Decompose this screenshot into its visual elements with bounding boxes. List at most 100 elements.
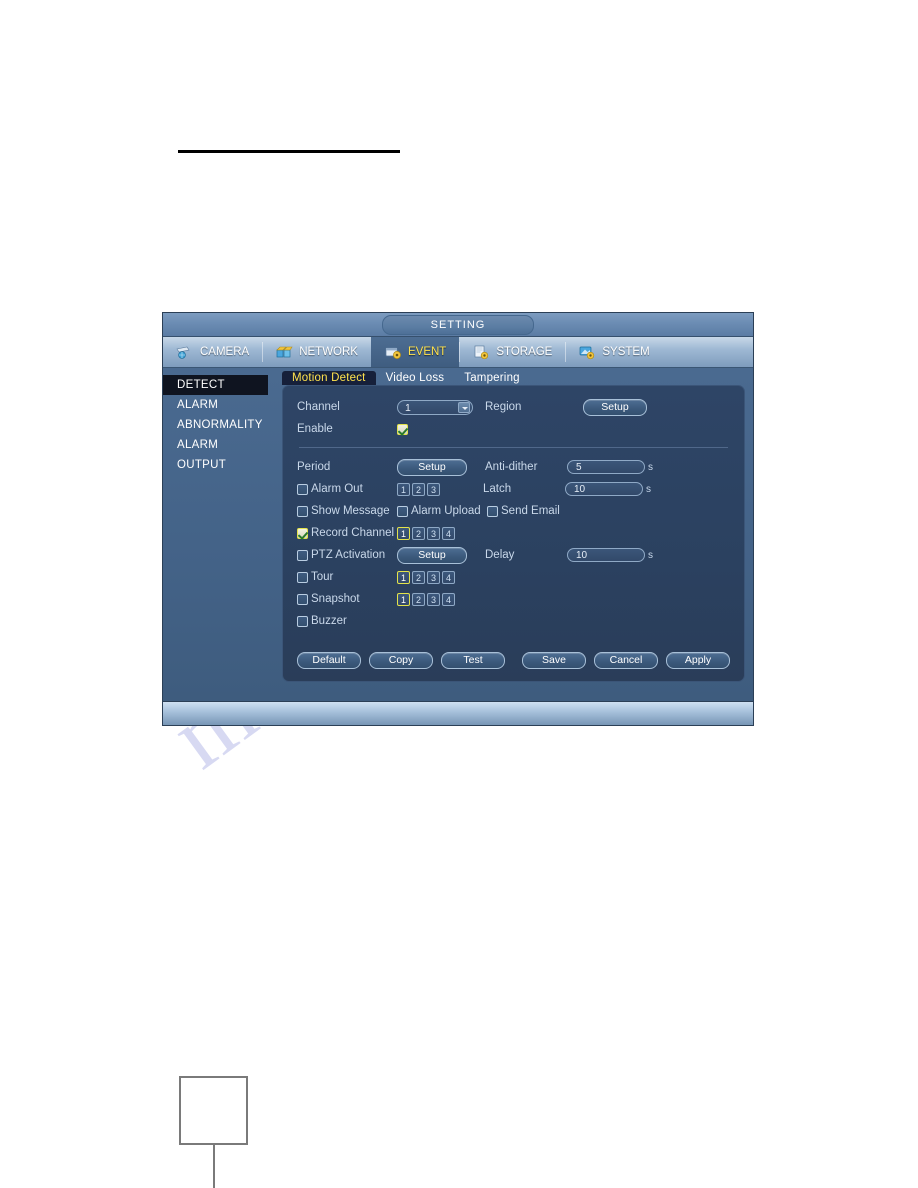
snapshot-field[interactable]: Snapshot xyxy=(297,593,397,605)
sidebar-item-abnormality[interactable]: ABNORMALITY xyxy=(163,415,268,435)
alarm-out-field[interactable]: Alarm Out xyxy=(297,483,397,495)
tour-channels: 1 2 3 4 xyxy=(397,570,455,584)
sidebar-item-label: ALARM xyxy=(177,399,219,411)
snapshot-channel-2[interactable]: 2 xyxy=(412,592,425,606)
tour-checkbox[interactable] xyxy=(297,571,308,583)
record-channel-field[interactable]: Record Channel xyxy=(297,527,397,539)
ptz-activation-label: PTZ Activation xyxy=(311,549,386,561)
channel-select[interactable]: 1 xyxy=(397,399,473,415)
record-channel-label: Record Channel xyxy=(311,527,395,539)
region-setup-button[interactable]: Setup xyxy=(583,398,647,416)
send-email-label: Send Email xyxy=(501,505,560,517)
menu-item-storage[interactable]: STORAGE xyxy=(459,337,565,367)
menu-item-event[interactable]: EVENT xyxy=(370,337,460,367)
delay-unit: s xyxy=(648,549,653,561)
action-bar-right: Save Cancel Apply xyxy=(522,652,730,669)
tab-motion-detect[interactable]: Motion Detect xyxy=(282,371,376,385)
alarm-out-channel-2[interactable]: 2 xyxy=(412,482,425,496)
record-channel-4[interactable]: 4 xyxy=(442,526,455,540)
sidebar-item-alarm[interactable]: ALARM xyxy=(163,395,268,415)
alarm-upload-field[interactable]: Alarm Upload xyxy=(397,505,487,517)
channel-select-value: 1 xyxy=(405,401,411,414)
tab-tampering[interactable]: Tampering xyxy=(454,371,530,385)
alarm-out-channel-3[interactable]: 3 xyxy=(427,482,440,496)
sidebar-item-label: ALARM OUTPUT xyxy=(177,439,227,471)
apply-button[interactable]: Apply xyxy=(666,652,730,669)
alarm-upload-checkbox[interactable] xyxy=(397,505,408,517)
save-button[interactable]: Save xyxy=(522,652,586,669)
sidebar-item-label: ABNORMALITY xyxy=(177,419,263,431)
delay-input[interactable]: 10 xyxy=(567,548,645,562)
record-channel-checkbox[interactable] xyxy=(297,527,308,539)
snapshot-checkbox[interactable] xyxy=(297,593,308,605)
snapshot-channel-4[interactable]: 4 xyxy=(442,592,455,606)
tour-field[interactable]: Tour xyxy=(297,571,397,583)
menu-item-label: STORAGE xyxy=(496,346,553,358)
buzzer-label: Buzzer xyxy=(311,615,347,627)
ptz-setup-button[interactable]: Setup xyxy=(397,546,467,564)
record-channel-channels: 1 2 3 4 xyxy=(397,526,455,540)
snapshot-channels: 1 2 3 4 xyxy=(397,592,455,606)
enable-checkbox[interactable] xyxy=(397,423,408,435)
cancel-button[interactable]: Cancel xyxy=(594,652,658,669)
alarm-out-checkbox[interactable] xyxy=(297,483,308,495)
row-alarm-out: Alarm Out 1 2 3 Latch 10 s xyxy=(297,478,730,500)
ptz-activation-field[interactable]: PTZ Activation xyxy=(297,549,397,561)
anti-dither-input[interactable]: 5 xyxy=(567,460,645,474)
latch-input[interactable]: 10 xyxy=(565,482,643,496)
sidebar-item-detect[interactable]: DETECT xyxy=(163,375,268,395)
send-email-checkbox[interactable] xyxy=(487,505,498,517)
delay-label: Delay xyxy=(485,549,515,561)
buzzer-field[interactable]: Buzzer xyxy=(297,615,347,627)
region-label: Region xyxy=(485,401,522,413)
tour-channel-2[interactable]: 2 xyxy=(412,570,425,584)
tab-label: Motion Detect xyxy=(292,372,366,384)
tour-channel-4[interactable]: 4 xyxy=(442,570,455,584)
motion-detect-panel: Channel 1 Region Setup Enable Period Set… xyxy=(282,385,745,682)
period-setup-button[interactable]: Setup xyxy=(397,458,467,476)
chevron-down-icon[interactable] xyxy=(458,401,470,413)
show-message-field[interactable]: Show Message xyxy=(297,505,397,517)
menu-item-camera[interactable]: CAMERA xyxy=(163,337,262,367)
tab-video-loss[interactable]: Video Loss xyxy=(376,371,455,385)
event-icon xyxy=(384,344,402,360)
anti-dither-unit: s xyxy=(648,461,653,473)
tour-label: Tour xyxy=(311,571,334,583)
menu-item-label: NETWORK xyxy=(299,346,358,358)
main-menubar: CAMERA NETWORK EVENT STORAGE SYSTEM xyxy=(163,337,753,368)
record-channel-2[interactable]: 2 xyxy=(412,526,425,540)
row-record-channel: Record Channel 1 2 3 4 xyxy=(297,522,730,544)
alarm-out-channel-1[interactable]: 1 xyxy=(397,482,410,496)
test-button[interactable]: Test xyxy=(441,652,505,669)
setting-window: SETTING CAMERA NETWORK EVENT STORAGE SYS… xyxy=(162,312,754,726)
record-channel-1[interactable]: 1 xyxy=(397,526,410,540)
window-title: SETTING xyxy=(382,315,534,335)
record-channel-3[interactable]: 3 xyxy=(427,526,440,540)
alarm-out-label: Alarm Out xyxy=(311,483,363,495)
panel-action-bar: Default Copy Test Save Cancel Apply xyxy=(297,652,730,669)
storage-icon xyxy=(472,344,490,360)
latch-unit: s xyxy=(646,483,651,495)
empty-callout-box xyxy=(179,1076,248,1145)
snapshot-channel-3[interactable]: 3 xyxy=(427,592,440,606)
menu-item-network[interactable]: NETWORK xyxy=(262,337,371,367)
tour-channel-1[interactable]: 1 xyxy=(397,570,410,584)
show-message-label: Show Message xyxy=(311,505,390,517)
tab-strip: Motion Detect Video Loss Tampering xyxy=(282,368,745,385)
snapshot-channel-1[interactable]: 1 xyxy=(397,592,410,606)
snapshot-label: Snapshot xyxy=(311,593,360,605)
buzzer-checkbox[interactable] xyxy=(297,615,308,627)
network-icon xyxy=(275,344,293,360)
tour-channel-3[interactable]: 3 xyxy=(427,570,440,584)
show-message-checkbox[interactable] xyxy=(297,505,308,517)
sidebar-item-alarm-output[interactable]: ALARM OUTPUT xyxy=(163,435,268,471)
ptz-activation-checkbox[interactable] xyxy=(297,549,308,561)
alarm-upload-label: Alarm Upload xyxy=(411,505,481,517)
row-tour: Tour 1 2 3 4 xyxy=(297,566,730,588)
menu-item-system[interactable]: SYSTEM xyxy=(565,337,662,367)
row-channel: Channel 1 Region Setup xyxy=(297,396,730,418)
window-footer xyxy=(163,701,753,725)
default-button[interactable]: Default xyxy=(297,652,361,669)
copy-button[interactable]: Copy xyxy=(369,652,433,669)
send-email-field[interactable]: Send Email xyxy=(487,505,560,517)
